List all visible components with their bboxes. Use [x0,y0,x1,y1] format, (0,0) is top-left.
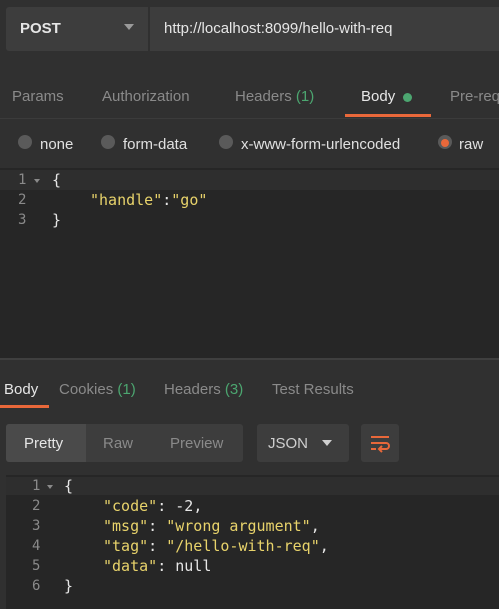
tab-params[interactable]: Params [12,88,64,105]
response-headers-count-badge: (3) [224,381,244,398]
code-open-brace: { [52,171,62,189]
radio-none-label[interactable]: none [40,136,73,153]
json-key: "handle" [90,191,163,209]
pane-resize-handle[interactable] [0,358,499,360]
view-preview-button[interactable]: Preview [170,435,223,452]
json-key: "msg" [103,517,149,535]
json-key: "data" [103,557,158,575]
line-number: 2 [32,498,41,514]
tab-pre-request[interactable]: Pre-req [450,88,499,105]
active-response-tab-underline [0,405,49,408]
request-body-editor[interactable] [0,168,499,358]
tab-authorization[interactable]: Authorization [102,88,190,105]
line-number: 1 [32,478,41,494]
url-value: http://localhost:8099/hello-with-req [164,20,393,37]
code-line-handle: "handle":"go" [90,191,207,209]
json-value: "wrong argument" [166,517,311,535]
radio-urlencoded-label[interactable]: x-www-form-urlencoded [241,136,400,153]
tab-headers-label: Headers [235,88,292,105]
radio-form-data-label[interactable]: form-data [123,136,187,153]
line-number: 1 [18,172,27,188]
radio-urlencoded[interactable] [219,135,233,149]
tab-body[interactable]: Body [361,88,395,105]
method-select[interactable]: POST [6,7,148,51]
line-number: 3 [18,212,27,228]
tab-pre-request-label: Pre-req [450,88,499,105]
json-key: "code" [103,497,158,515]
fold-toggle-icon[interactable] [34,179,40,183]
response-active-line [6,477,499,495]
json-key: "tag" [103,537,149,555]
response-tab-cookies-label: Cookies [59,381,114,398]
code-open-brace: { [64,477,74,495]
view-raw-button[interactable]: Raw [103,435,133,452]
tabs-divider [0,118,499,119]
json-value: "/hello-with-req" [166,537,320,555]
response-tab-headers-label: Headers [164,381,221,398]
code-close-brace: } [64,577,74,595]
response-tab-body[interactable]: Body [4,381,38,398]
wrap-lines-button[interactable] [361,424,399,462]
headers-count-badge: (1) [295,88,315,105]
url-input[interactable]: http://localhost:8099/hello-with-req [150,7,499,51]
editor-active-line [0,170,499,190]
radio-raw-selected-dot [441,139,449,147]
chevron-down-icon [124,24,134,30]
response-tab-body-label: Body [4,381,39,398]
tab-authorization-label: Authorization [102,88,190,105]
tab-body-label: Body [361,88,396,105]
code-line-msg: "msg": "wrong argument", [103,517,320,535]
code-line-data: "data": null [103,557,212,575]
body-modified-dot [403,93,412,102]
json-value: null [175,557,212,575]
tab-params-label: Params [12,88,64,105]
method-label: POST [20,20,61,37]
line-number: 2 [18,192,27,208]
line-number: 3 [32,518,41,534]
wrap-lines-icon [371,436,390,453]
json-value: "go" [171,191,208,209]
view-pretty-label[interactable]: Pretty [24,435,63,452]
json-colon: : [162,191,172,209]
line-number: 5 [32,558,41,574]
line-number: 6 [32,578,41,594]
response-tab-test-results-label: Test Results [272,381,354,398]
response-tab-test-results[interactable]: Test Results [272,381,354,398]
tab-headers[interactable]: Headers (1) [235,88,314,105]
radio-form-data[interactable] [101,135,115,149]
radio-raw-label[interactable]: raw [459,136,483,153]
line-number: 4 [32,538,41,554]
chevron-down-icon [322,440,332,446]
response-tab-cookies[interactable]: Cookies (1) [59,381,136,398]
format-label: JSON [268,435,309,452]
code-line-tag: "tag": "/hello-with-req", [103,537,329,555]
response-tab-headers[interactable]: Headers (3) [164,381,243,398]
code-close-brace: } [52,211,62,229]
active-tab-underline [345,114,431,117]
radio-none[interactable] [18,135,32,149]
fold-toggle-icon[interactable] [47,485,53,489]
cookies-count-badge: (1) [117,381,136,398]
code-line-code: "code": -2, [103,497,203,515]
json-value: -2 [175,497,194,515]
